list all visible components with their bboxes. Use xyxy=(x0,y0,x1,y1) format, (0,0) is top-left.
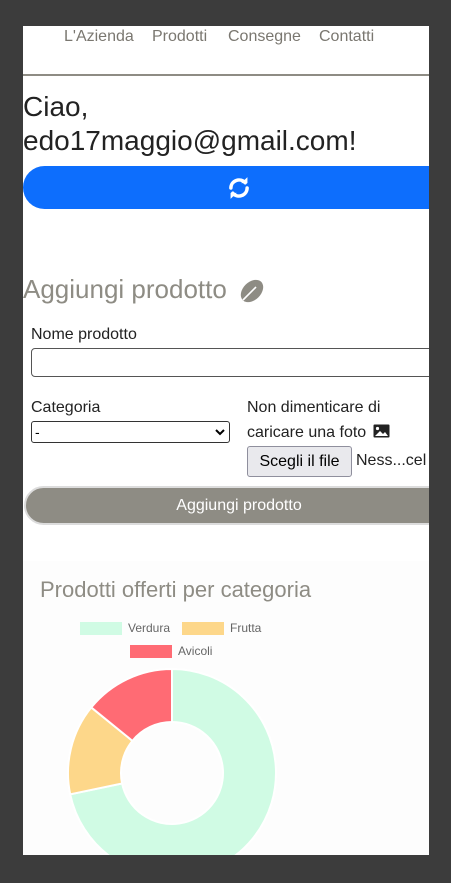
photo-reminder-line1: Non dimenticare di xyxy=(247,399,381,416)
add-product-heading: Aggiungi prodotto xyxy=(23,274,266,305)
file-name-text: Ness...cel xyxy=(356,452,427,469)
photo-reminder-line2: caricare una foto xyxy=(247,424,390,442)
product-name-label: Nome prodotto xyxy=(31,326,137,343)
category-donut-chart xyxy=(67,667,277,855)
nav-link-consegne[interactable]: Consegne xyxy=(228,28,301,46)
legend-label: Frutta xyxy=(230,621,262,635)
category-label: Categoria xyxy=(31,399,101,416)
leaf-icon xyxy=(240,279,264,303)
category-select[interactable]: - xyxy=(31,421,230,443)
nav-link-contatti[interactable]: Contatti xyxy=(319,28,374,46)
chevron-down-icon xyxy=(215,429,225,436)
legend-swatch xyxy=(182,622,224,636)
photo-reminder-text: caricare una foto xyxy=(247,424,367,441)
top-navbar: L'Azienda Prodotti Consegne Contatti xyxy=(23,26,429,76)
chart-title: Prodotti offerti per categoria xyxy=(40,577,312,602)
nav-link-prodotti[interactable]: Prodotti xyxy=(152,28,207,46)
legend-label: Avicoli xyxy=(178,644,213,658)
legend-label: Verdura xyxy=(128,621,171,635)
legend-item-frutta[interactable]: Frutta xyxy=(182,621,262,636)
add-product-button[interactable]: Aggiungi prodotto xyxy=(24,486,429,525)
page: L'Azienda Prodotti Consegne Contatti Cia… xyxy=(23,26,429,855)
add-product-title: Aggiungi prodotto xyxy=(23,274,227,304)
category-selected-value: - xyxy=(35,424,40,440)
nav-link-azienda[interactable]: L'Azienda xyxy=(64,28,134,46)
refresh-icon xyxy=(229,177,249,199)
legend-swatch xyxy=(80,622,122,636)
legend-item-verdura[interactable]: Verdura xyxy=(80,621,171,636)
legend-swatch xyxy=(130,645,172,659)
product-name-input[interactable] xyxy=(31,348,429,377)
choose-file-button[interactable]: Scegli il file xyxy=(247,446,352,477)
greeting-text: Ciao, edo17maggio@gmail.com! xyxy=(23,91,357,156)
image-icon xyxy=(373,424,390,438)
legend-item-avicoli[interactable]: Avicoli xyxy=(130,644,213,659)
refresh-button[interactable] xyxy=(23,166,429,209)
